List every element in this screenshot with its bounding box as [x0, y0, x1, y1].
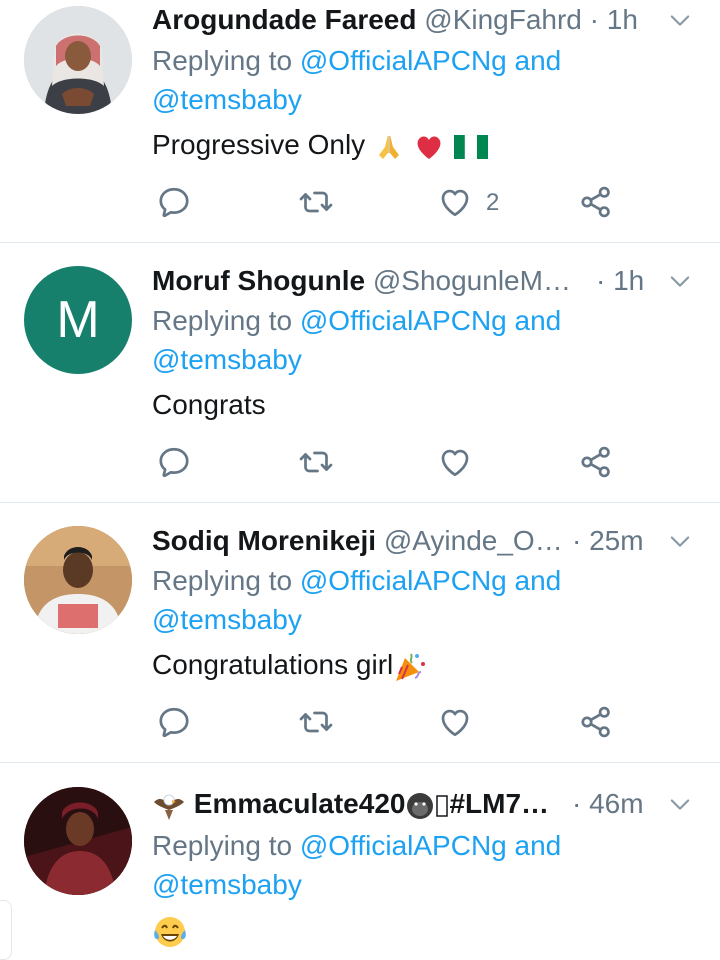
replying-to: Replying to @OfficialAPCNg and — [152, 563, 561, 599]
share-icon[interactable] — [578, 444, 614, 480]
chevron-down-icon[interactable] — [666, 527, 694, 555]
nigeria-flag-emoji — [453, 134, 488, 159]
tweet-text: Progressive Only — [152, 127, 489, 163]
mention-link[interactable]: @OfficialAPCNg — [300, 305, 507, 336]
avatar[interactable] — [24, 526, 132, 634]
replying-to-label: Replying to — [152, 45, 300, 76]
mention-link[interactable]: @temsbaby — [152, 84, 302, 115]
mention-link[interactable]: @OfficialAPCNg — [300, 565, 507, 596]
reply-icon[interactable] — [156, 444, 192, 480]
avatar[interactable]: M — [24, 266, 132, 374]
chevron-down-icon[interactable] — [666, 6, 694, 34]
avatar-photo — [24, 6, 132, 114]
timestamp[interactable]: · 1h — [596, 263, 644, 299]
party-popper-emoji — [396, 653, 426, 681]
tweet-4[interactable]: Emmaculate420 #LM7… · 46m Replying to @O… — [0, 763, 720, 958]
user-handle[interactable]: @ShogunleM… — [373, 265, 571, 296]
mention-link[interactable]: @temsbaby — [152, 869, 302, 900]
replying-and-text[interactable]: and — [507, 830, 562, 861]
user-handle[interactable]: @Ayinde_O… — [384, 525, 563, 556]
tweet-text: Congrats — [152, 389, 266, 420]
display-name[interactable]: Moruf Shogunle — [152, 265, 365, 296]
replying-to: Replying to @OfficialAPCNg and — [152, 43, 561, 79]
tweet-text-content: Congratulations girl — [152, 649, 394, 680]
like-count[interactable]: 2 — [486, 188, 499, 218]
display-name[interactable]: Sodiq Morenikeji — [152, 525, 376, 556]
tweet-3[interactable]: Sodiq Morenikeji @Ayinde_O… · 25m Replyi… — [0, 503, 720, 763]
display-name-suffix[interactable]: #LM7… — [449, 788, 549, 819]
chevron-down-icon[interactable] — [666, 790, 694, 818]
replying-to: Replying to @OfficialAPCNg and — [152, 303, 561, 339]
avatar[interactable] — [24, 6, 132, 114]
replying-to-label: Replying to — [152, 830, 300, 861]
eagle-emoji — [154, 794, 184, 820]
replying-and-text[interactable]: and — [507, 45, 562, 76]
avatar-photo — [24, 787, 132, 895]
share-icon[interactable] — [578, 184, 614, 220]
display-name[interactable]: Emmaculate420 — [194, 788, 406, 819]
retweet-icon[interactable] — [298, 704, 334, 740]
gorilla-emoji — [407, 792, 434, 819]
replying-to-label: Replying to — [152, 565, 300, 596]
tweet-text-content: Progressive Only — [152, 129, 366, 160]
replying-to: Replying to @OfficialAPCNg and — [152, 828, 561, 864]
avatar[interactable] — [24, 787, 132, 895]
like-icon[interactable] — [437, 444, 473, 480]
display-name[interactable]: Arogundade Fareed — [152, 4, 416, 35]
tweet-text — [152, 912, 188, 950]
chevron-down-icon[interactable] — [666, 267, 694, 295]
share-icon[interactable] — [578, 704, 614, 740]
mention-link[interactable]: @OfficialAPCNg — [300, 830, 507, 861]
tweet-1[interactable]: Arogundade Fareed @KingFahrd · 1h Replyi… — [0, 0, 720, 243]
replying-and-text[interactable]: and — [507, 305, 562, 336]
timestamp[interactable]: · 25m — [572, 523, 644, 559]
tweet-2[interactable]: M Moruf Shogunle @ShogunleM… · 1h Replyi… — [0, 243, 720, 503]
like-icon[interactable] — [437, 184, 473, 220]
floating-action-edge — [0, 900, 12, 960]
user-handle[interactable]: @KingFahrd — [424, 4, 582, 35]
retweet-icon[interactable] — [298, 184, 334, 220]
timestamp[interactable]: · 46m — [572, 786, 644, 822]
mention-link[interactable]: @temsbaby — [152, 604, 302, 635]
like-icon[interactable] — [437, 704, 473, 740]
tweet-text: Congratulations girl — [152, 647, 427, 684]
reply-icon[interactable] — [156, 184, 192, 220]
tears-of-joy-emoji — [154, 916, 186, 947]
retweet-icon[interactable] — [298, 444, 334, 480]
heart-emoji — [417, 136, 441, 159]
mention-link[interactable]: @temsbaby — [152, 344, 302, 375]
missing-glyph-icon — [436, 794, 449, 817]
mention-link[interactable]: @OfficialAPCNg — [300, 45, 507, 76]
reply-icon[interactable] — [156, 704, 192, 740]
avatar-letter: M — [56, 291, 100, 349]
replying-and-text[interactable]: and — [507, 565, 562, 596]
avatar-photo — [24, 526, 132, 634]
timestamp[interactable]: · 1h — [590, 4, 638, 35]
replying-to-label: Replying to — [152, 305, 300, 336]
praying-hands-emoji — [378, 134, 399, 159]
